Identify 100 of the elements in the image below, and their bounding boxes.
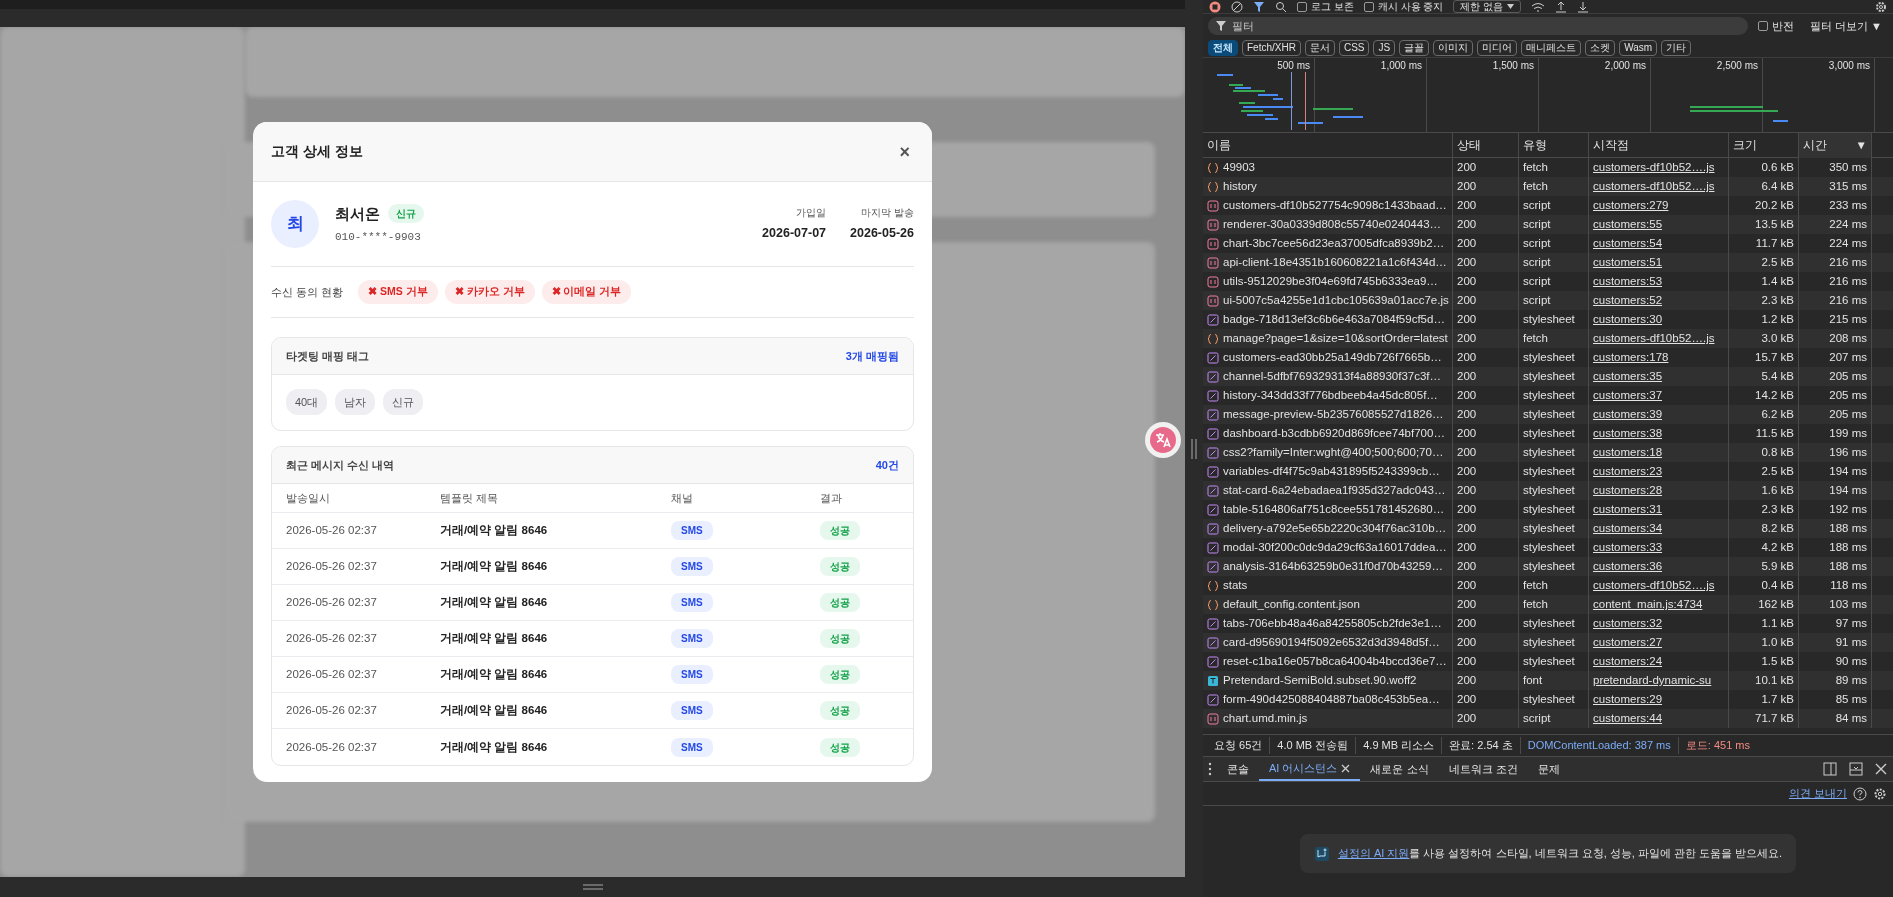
request-name[interactable]: stats	[1223, 576, 1248, 595]
dock-side-icon[interactable]	[1823, 762, 1837, 776]
column-header[interactable]: 이름	[1203, 133, 1453, 158]
resize-handle-icon[interactable]	[1191, 438, 1197, 459]
initiator-link[interactable]: customers:52	[1593, 294, 1663, 306]
record-stop-icon[interactable]	[1209, 0, 1221, 13]
settings-link[interactable]: 설정의 AI 지원	[1337, 847, 1410, 860]
drawer-tab[interactable]: 콘솔	[1217, 757, 1259, 781]
initiator-link[interactable]: customers:279	[1593, 199, 1669, 211]
initiator-link[interactable]: customers-df10b52….js	[1593, 180, 1715, 192]
request-name[interactable]: renderer-30a0339d808c55740e0240443…	[1223, 215, 1442, 234]
request-name[interactable]: chart.umd.min.js	[1223, 709, 1308, 728]
type-filter-chip[interactable]: CSS	[1338, 39, 1370, 56]
request-name[interactable]: tabs-706ebb48a46a84255805cb2fde3e1…	[1223, 614, 1442, 633]
initiator-link[interactable]: content_main.js:4734	[1593, 598, 1703, 610]
drawer-tab[interactable]: AI 어시스턴스	[1259, 757, 1361, 781]
request-name[interactable]: default_config.content.json	[1223, 595, 1360, 614]
initiator-link[interactable]: customers-df10b52….js	[1593, 579, 1715, 591]
search-icon[interactable]	[1275, 0, 1287, 13]
request-name[interactable]: stat-card-6a24ebadaea1f935d327adc043…	[1223, 481, 1446, 500]
request-name[interactable]: history-343dd33f776bdbeeb4a45dc805f…	[1223, 386, 1438, 405]
column-header[interactable]: 유형	[1519, 133, 1589, 158]
initiator-link[interactable]: customers:37	[1593, 389, 1663, 401]
initiator-link[interactable]: customers:39	[1593, 408, 1663, 420]
initiator-link[interactable]: customers:51	[1593, 256, 1663, 268]
initiator-link[interactable]: customers:31	[1593, 503, 1663, 515]
request-name[interactable]: css2?family=Inter:wght@400;500;600;70…	[1223, 443, 1444, 462]
help-icon[interactable]	[1853, 786, 1867, 801]
throttling-select[interactable]: 제한 없음	[1453, 0, 1522, 13]
initiator-link[interactable]: customers:38	[1593, 427, 1663, 439]
drawer-tab[interactable]: 새로운 소식	[1360, 757, 1439, 781]
request-name[interactable]: message-preview-5b23576085527d1826…	[1223, 405, 1444, 424]
initiator-link[interactable]: customers:178	[1593, 351, 1669, 363]
column-header[interactable]: 상태	[1453, 133, 1519, 158]
initiator-link[interactable]: customers-df10b52….js	[1593, 332, 1715, 344]
initiator-link[interactable]: customers:30	[1593, 313, 1663, 325]
initiator-link[interactable]: customers:44	[1593, 712, 1663, 724]
initiator-link[interactable]: customers:24	[1593, 655, 1663, 667]
feedback-link[interactable]: 의견 보내기	[1788, 785, 1847, 802]
type-filter-chip[interactable]: 매니페스트	[1521, 39, 1582, 56]
settings-icon[interactable]	[1873, 786, 1887, 801]
type-filter-chip[interactable]: 문서	[1304, 39, 1335, 56]
resize-handle-icon[interactable]	[582, 884, 603, 890]
more-filters-dropdown[interactable]: 필터 더보기 ▼	[1804, 17, 1888, 35]
close-icon[interactable]	[1875, 763, 1887, 775]
initiator-link[interactable]: customers:35	[1593, 370, 1663, 382]
request-name[interactable]: modal-30f200c0dc9da29cf63a16017ddea…	[1223, 538, 1447, 557]
request-name[interactable]: channel-5dfbf769329313f4a88930f37c3f…	[1223, 367, 1442, 386]
settings-icon[interactable]	[1875, 0, 1887, 13]
download-icon[interactable]	[1577, 0, 1590, 13]
request-name[interactable]: history	[1223, 177, 1257, 196]
request-name[interactable]: analysis-3164b63259b0e31f0d70b43259…	[1223, 557, 1443, 576]
request-name[interactable]: dashboard-b3cdbb6920d869fcee74bf700…	[1223, 424, 1445, 443]
column-header[interactable]: 시작점	[1589, 133, 1729, 158]
clear-icon[interactable]	[1231, 0, 1243, 13]
close-button[interactable]: ×	[895, 142, 914, 161]
type-filter-chip[interactable]: 글꼴	[1399, 39, 1430, 56]
initiator-link[interactable]: customers:18	[1593, 446, 1663, 458]
close-icon[interactable]	[1341, 763, 1351, 773]
request-name[interactable]: chart-3bc7cee56d23ea37005dfca8939b2…	[1223, 234, 1445, 253]
initiator-link[interactable]: customers-df10b52….js	[1593, 161, 1715, 173]
invert-checkbox[interactable]: 반전	[1758, 17, 1794, 35]
preserve-log-checkbox[interactable]: 로그 보존	[1297, 0, 1354, 13]
request-name[interactable]: 49903	[1223, 158, 1255, 177]
request-name[interactable]: delivery-a792e5e65b2220c304f76ac310b…	[1223, 519, 1447, 538]
initiator-link[interactable]: customers:33	[1593, 541, 1663, 553]
type-filter-chip[interactable]: Fetch/XHR	[1242, 39, 1301, 56]
request-name[interactable]: table-5164806af751c8cee551781452680…	[1223, 500, 1445, 519]
initiator-link[interactable]: pretendard-dynamic-su	[1593, 674, 1712, 686]
initiator-link[interactable]: customers:27	[1593, 636, 1663, 648]
type-filter-chip[interactable]: Wasm	[1619, 39, 1658, 56]
upload-icon[interactable]	[1555, 0, 1568, 13]
request-name[interactable]: reset-c1ba16e057b8ca64004b4bccd36e7…	[1223, 652, 1447, 671]
wifi-settings-icon[interactable]	[1531, 0, 1546, 13]
drawer-tab[interactable]: 문제	[1527, 757, 1570, 781]
initiator-link[interactable]: customers:54	[1593, 237, 1663, 249]
initiator-link[interactable]: customers:53	[1593, 275, 1663, 287]
column-header[interactable]: 시간 ▼	[1799, 133, 1872, 158]
initiator-link[interactable]: customers:55	[1593, 218, 1663, 230]
request-name[interactable]: badge-718d13ef3c6b6e463a7084f59cf5d…	[1223, 310, 1445, 329]
type-filter-chip[interactable]: 미디어	[1477, 39, 1518, 56]
filter-field[interactable]: 필터	[1208, 17, 1748, 35]
type-filter-chip[interactable]: 이미지	[1433, 39, 1474, 56]
request-name[interactable]: Pretendard-SemiBold.subset.90.woff2	[1223, 671, 1417, 690]
dock-bottom-icon[interactable]	[1849, 762, 1863, 776]
request-name[interactable]: form-490d425088404887ba08c453b5ea…	[1223, 690, 1440, 709]
request-name[interactable]: customers-ead30bb25a149db726f7665b…	[1223, 348, 1442, 367]
initiator-link[interactable]: customers:34	[1593, 522, 1663, 534]
initiator-link[interactable]: customers:29	[1593, 693, 1663, 705]
request-name[interactable]: ui-5007c5a4255e1d1cbc105639a01acc7e.js	[1223, 291, 1449, 310]
request-name[interactable]: card-d95690194f5092e6532d3d3948d5f…	[1223, 633, 1440, 652]
drawer-tab[interactable]: 네트워크 조건	[1438, 757, 1528, 781]
initiator-link[interactable]: customers:28	[1593, 484, 1663, 496]
request-name[interactable]: api-client-18e4351b160608221a1c6f434d…	[1223, 253, 1447, 272]
request-name[interactable]: utils-9512029be3f04e69fd745b6333ea9…	[1223, 272, 1438, 291]
disable-cache-checkbox[interactable]: 캐시 사용 중지	[1363, 0, 1444, 13]
initiator-link[interactable]: customers:23	[1593, 465, 1663, 477]
initiator-link[interactable]: customers:36	[1593, 560, 1663, 572]
type-filter-chip[interactable]: 소켓	[1585, 39, 1616, 56]
request-name[interactable]: customers-df10b527754c9098c1433baad…	[1223, 196, 1447, 215]
